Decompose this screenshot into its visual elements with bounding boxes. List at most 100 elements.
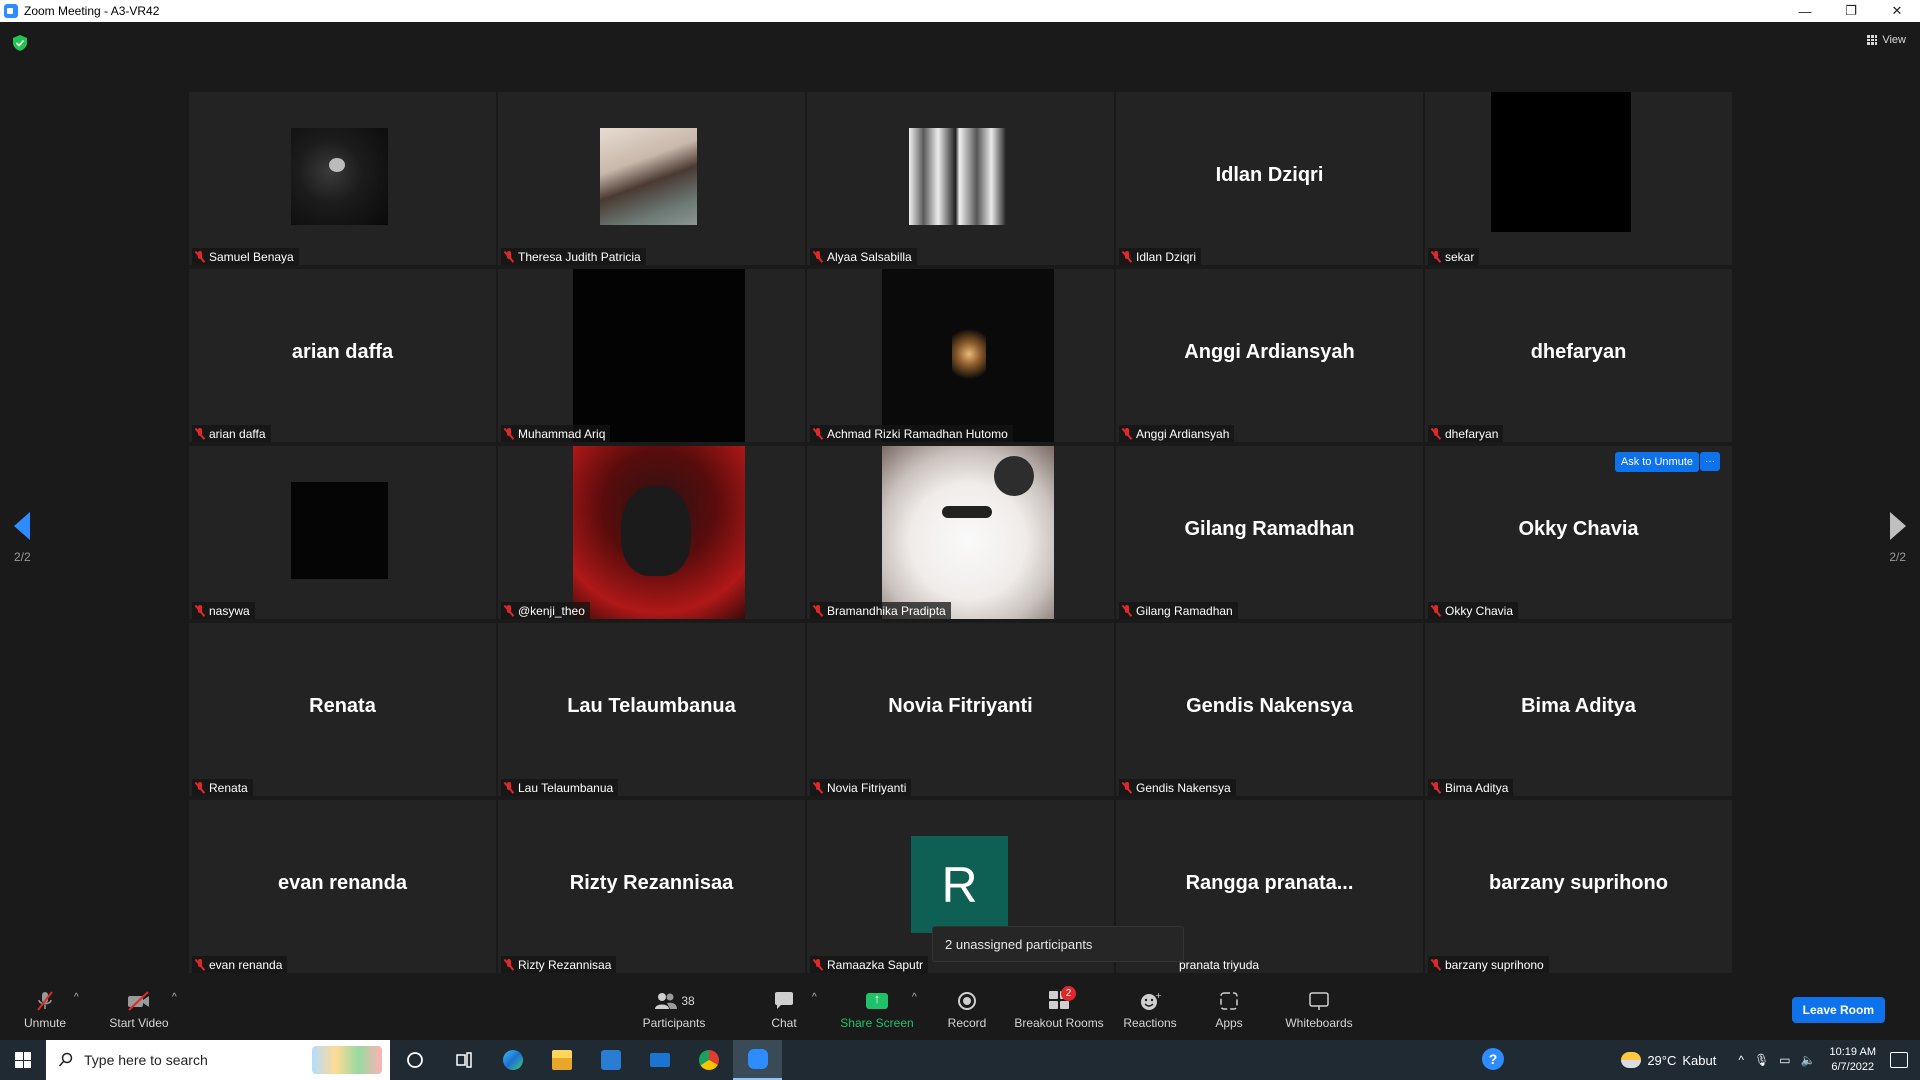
mic-muted-icon [195, 427, 205, 440]
participant-tile[interactable]: nasywa [189, 446, 496, 619]
weather-temperature: 29°C [1647, 1052, 1677, 1068]
svg-text:+: + [1155, 991, 1161, 1000]
breakout-rooms-button[interactable]: 2 Breakout Rooms [1014, 985, 1104, 1030]
notifications-icon[interactable] [1890, 1052, 1908, 1068]
participant-tile[interactable]: arian daffa arian daffa [189, 269, 496, 442]
volume-icon[interactable]: 🔈 [1801, 1053, 1816, 1067]
participant-name-label: Anggi Ardiansyah [1119, 425, 1235, 442]
participants-label: Participants [642, 1016, 706, 1030]
participant-name: sekar [1445, 249, 1475, 264]
participant-name: Bima Aditya [1445, 780, 1509, 795]
apps-icon [1220, 992, 1238, 1010]
restore-button[interactable]: ❐ [1828, 0, 1874, 22]
next-page-button[interactable]: 2/2 [1889, 512, 1906, 564]
participant-tile[interactable]: Anggi Ardiansyah Anggi Ardiansyah [1116, 269, 1423, 442]
apps-label: Apps [1215, 1016, 1243, 1030]
view-button[interactable]: View [1867, 34, 1906, 46]
participants-button[interactable]: 38 Participants [642, 990, 706, 1030]
reactions-button[interactable]: + Reactions [1122, 990, 1178, 1030]
chat-options-caret[interactable]: ^ [812, 992, 817, 1003]
start-button[interactable] [0, 1040, 46, 1080]
participant-tile[interactable]: Muhammad Ariq [498, 269, 805, 442]
participant-name-label: Gilang Ramadhan [1119, 602, 1238, 619]
participant-name: Anggi Ardiansyah [1136, 426, 1230, 441]
participant-name-label: Alyaa Salsabilla [810, 248, 917, 265]
participant-tile[interactable]: Theresa Judith Patricia [498, 92, 805, 265]
mic-muted-icon [504, 781, 514, 794]
windows-logo-icon [15, 1052, 31, 1068]
ask-to-unmute-button[interactable]: Ask to Unmute [1614, 452, 1699, 472]
chrome-taskbar-button[interactable] [684, 1040, 733, 1080]
participant-tile[interactable]: Gendis Nakensya Gendis Nakensya [1116, 623, 1423, 796]
more-options-button[interactable]: ··· [1700, 452, 1720, 471]
grid-view-icon [1867, 35, 1878, 45]
mic-muted-icon [1122, 604, 1132, 617]
cortana-button[interactable] [390, 1040, 439, 1080]
system-tray: 29°C Kabut ^ 🎙 ▭ 🔈 10:19 AM 6/7/2022 [1621, 1040, 1920, 1080]
participant-name: Rizty Rezannisaa [518, 957, 612, 972]
participant-name: Alyaa Salsabilla [827, 249, 912, 264]
mail-taskbar-button[interactable] [635, 1040, 684, 1080]
participant-name: Muhammad Ariq [518, 426, 606, 441]
taskbar-clock[interactable]: 10:19 AM 6/7/2022 [1830, 1045, 1876, 1075]
participant-tile[interactable]: Rizty Rezannisaa Rizty Rezannisaa [498, 800, 805, 973]
edge-taskbar-button[interactable] [488, 1040, 537, 1080]
share-options-caret[interactable]: ^ [912, 992, 917, 1003]
participant-tile[interactable]: Lau Telaumbanua Lau Telaumbanua [498, 623, 805, 796]
participant-tile[interactable]: @kenji_theo [498, 446, 805, 619]
record-button[interactable]: Record [944, 990, 990, 1030]
weather-widget[interactable]: 29°C Kabut [1621, 1052, 1716, 1068]
participant-tile[interactable]: sekar [1425, 92, 1732, 265]
microphone-muted-icon [37, 991, 53, 1011]
participant-tile[interactable]: Novia Fitriyanti Novia Fitriyanti [807, 623, 1114, 796]
participant-video [909, 128, 1006, 225]
start-video-label: Start Video [109, 1016, 169, 1030]
microphone-icon[interactable]: 🎙 [1754, 1053, 1769, 1067]
participant-tile[interactable]: Idlan Dziqri Idlan Dziqri [1116, 92, 1423, 265]
participant-display-name: Novia Fitriyanti [888, 695, 1033, 717]
audio-options-caret[interactable]: ^ [74, 992, 79, 1003]
taskbar-apps [390, 1040, 782, 1080]
zoom-taskbar-button[interactable] [733, 1040, 782, 1080]
participant-name-label: Muhammad Ariq [501, 425, 611, 442]
participant-tile[interactable]: Samuel Benaya [189, 92, 496, 265]
start-video-button[interactable]: Start Video [106, 990, 172, 1030]
clock-date: 6/7/2022 [1831, 1061, 1875, 1073]
participant-tile[interactable]: Bima Aditya Bima Aditya [1425, 623, 1732, 796]
unmute-button[interactable]: Unmute [20, 990, 70, 1030]
chat-label: Chat [771, 1016, 797, 1030]
chat-button[interactable]: Chat [764, 990, 804, 1030]
video-options-caret[interactable]: ^ [172, 992, 177, 1003]
minimize-button[interactable]: — [1782, 0, 1828, 22]
participant-tile[interactable]: barzany suprihono barzany suprihono [1425, 800, 1732, 973]
zoom-app-icon [4, 4, 18, 18]
mic-muted-icon [1122, 250, 1132, 263]
participant-tile[interactable]: Alyaa Salsabilla [807, 92, 1114, 265]
participant-tile[interactable]: Ask to Unmute ··· Okky Chavia Okky Chavi… [1425, 446, 1732, 619]
taskbar-search-box[interactable]: Type here to search [46, 1040, 390, 1080]
close-button[interactable]: ✕ [1874, 0, 1920, 22]
reactions-label: Reactions [1123, 1016, 1177, 1030]
file-explorer-taskbar-button[interactable] [537, 1040, 586, 1080]
participant-tile[interactable]: evan renanda evan renanda [189, 800, 496, 973]
participant-tile[interactable]: Renata Renata [189, 623, 496, 796]
previous-page-button[interactable]: 2/2 [14, 512, 31, 564]
participant-tile[interactable]: dhefaryan dhefaryan [1425, 269, 1732, 442]
mic-muted-icon [1431, 958, 1441, 971]
security-shield-icon[interactable] [13, 35, 27, 51]
network-icon[interactable]: ▭ [1779, 1053, 1790, 1067]
whiteboards-button[interactable]: Whiteboards [1282, 990, 1356, 1030]
store-taskbar-button[interactable] [586, 1040, 635, 1080]
participant-tile[interactable]: Bramandhika Pradipta [807, 446, 1114, 619]
share-screen-button[interactable]: Share Screen [840, 990, 914, 1030]
task-view-button[interactable] [439, 1040, 488, 1080]
participant-tile[interactable]: Achmad Rizki Ramadhan Hutomo [807, 269, 1114, 442]
show-hidden-icons-icon[interactable]: ^ [1738, 1053, 1744, 1067]
participant-name-label: Lau Telaumbanua [501, 779, 619, 796]
leave-room-button[interactable]: Leave Room [1791, 997, 1885, 1023]
apps-button[interactable]: Apps [1212, 990, 1246, 1030]
participant-tile[interactable]: Gilang Ramadhan Gilang Ramadhan [1116, 446, 1423, 619]
mic-muted-icon [195, 781, 205, 794]
help-icon[interactable]: ? [1482, 1048, 1504, 1070]
page-indicator-right: 2/2 [1889, 550, 1906, 564]
